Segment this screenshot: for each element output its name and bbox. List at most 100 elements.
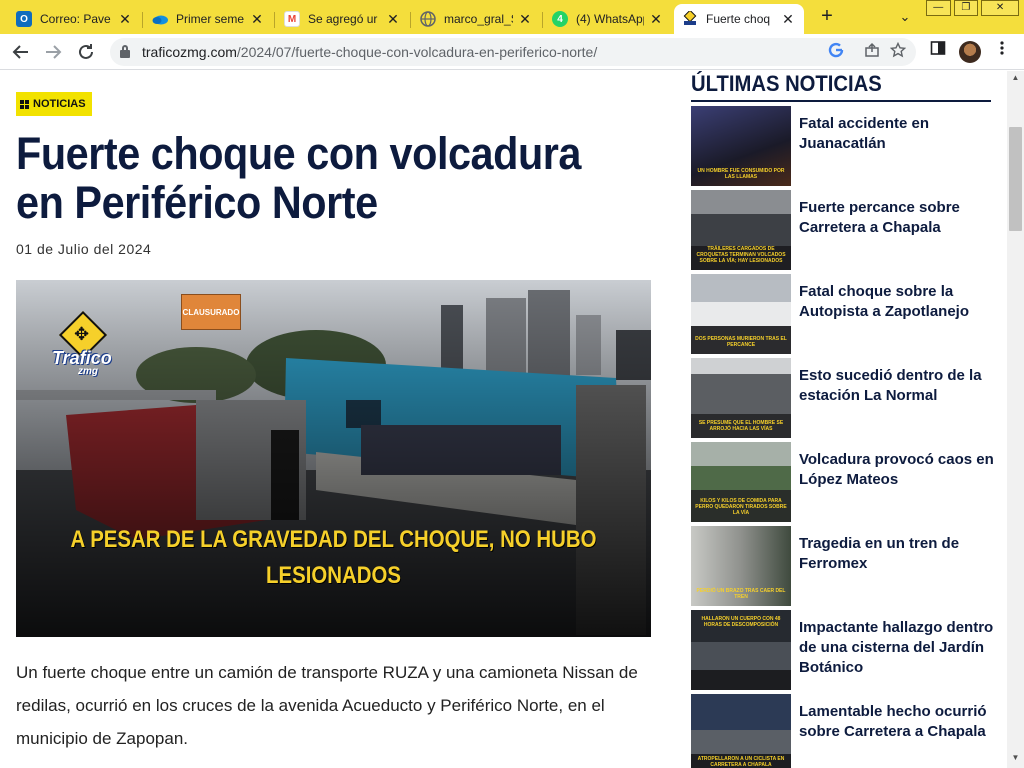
news-headline[interactable]: Fatal choque sobre la Autopista a Zapotl… <box>799 282 999 322</box>
article-paragraph: Un fuerte choque entre un camión de tran… <box>16 663 638 748</box>
article-date: 01 de Julio del 2024 <box>16 241 152 257</box>
close-tab-icon[interactable]: ✕ <box>385 11 401 28</box>
news-thumbnail[interactable]: DOS PERSONAS MURIERON TRAS EL PERCANCE <box>691 274 791 354</box>
tab-title: marco_gral_S <box>444 12 513 26</box>
forward-button[interactable] <box>41 40 65 64</box>
clausurado-sign: CLAUSURADO <box>181 294 241 330</box>
tab-title: Correo: Pave <box>40 12 111 26</box>
address-bar[interactable]: traficozmg.com/2024/07/fuerte-choque-con… <box>110 38 916 66</box>
share-icon[interactable] <box>862 42 882 62</box>
news-headline[interactable]: Tragedia en un tren de Ferromex <box>799 534 999 574</box>
sidebar-news-item[interactable]: PERDIÓ UN BRAZO TRAS CAER DEL TREN Trage… <box>691 526 1001 606</box>
news-thumbnail[interactable]: HALLARON UN CUERPO CON 48 HORAS DE DESCO… <box>691 610 791 690</box>
sidebar-news-item[interactable]: ATROPELLARON A UN CICLISTA EN CARRETERA … <box>691 694 1001 768</box>
news-thumbnail[interactable]: PERDIÓ UN BRAZO TRAS CAER DEL TREN <box>691 526 791 606</box>
hero-image[interactable]: CLAUSURADO ✥ Trafico zmg A PESAR DE LA G… <box>16 280 651 637</box>
close-window-button[interactable]: ✕ <box>981 0 1020 16</box>
grid-icon <box>20 99 29 109</box>
traficozmg-logo: ✥ Trafico zmg <box>52 310 122 378</box>
onedrive-icon <box>152 11 168 27</box>
whatsapp-icon: 4 <box>552 11 568 27</box>
tab-separator <box>274 12 275 28</box>
new-tab-button[interactable]: + <box>816 6 838 28</box>
sidebar-news-item[interactable]: TRÁILERES CARGADOS DE CROQUETAS TERMINAN… <box>691 190 1001 270</box>
back-button[interactable] <box>9 40 33 64</box>
tab-title: Primer seme <box>176 12 245 26</box>
url-text[interactable]: traficozmg.com/2024/07/fuerte-choque-con… <box>142 44 597 60</box>
sidebar-news-item[interactable]: HALLARON UN CUERPO CON 48 HORAS DE DESCO… <box>691 610 1001 690</box>
menu-button[interactable] <box>990 40 1014 64</box>
tab-title: Fuerte choq <box>706 12 771 26</box>
page-scrollbar[interactable]: ▲ ▼ <box>1007 71 1024 768</box>
page-content: NOTICIAS Fuerte choque con volcadura en … <box>0 71 1007 768</box>
sidebar-news-item[interactable]: KILOS Y KILOS DE COMIDA PARA PERRO QUEDA… <box>691 442 1001 522</box>
sidebar-news-item[interactable]: UN HOMBRE FUE CONSUMIDO POR LAS LLAMAS F… <box>691 106 1001 186</box>
url-path: /2024/07/fuerte-choque-con-volcadura-en-… <box>236 44 598 60</box>
close-tab-icon[interactable]: ✕ <box>517 11 533 28</box>
google-lens-icon[interactable] <box>826 42 846 62</box>
tab-separator <box>410 12 411 28</box>
news-headline[interactable]: Fuerte percance sobre Carretera a Chapal… <box>799 198 999 238</box>
tab-separator <box>542 12 543 28</box>
thumbnail-caption: ATROPELLARON A UN CICLISTA EN CARRETERA … <box>697 756 785 768</box>
scroll-down-arrow-icon[interactable]: ▼ <box>1007 751 1024 765</box>
thumbnail-caption: HALLARON UN CUERPO CON 48 HORAS DE DESCO… <box>701 616 781 628</box>
sidebar-divider <box>691 100 991 102</box>
news-thumbnail[interactable]: KILOS Y KILOS DE COMIDA PARA PERRO QUEDA… <box>691 442 791 522</box>
reload-button[interactable] <box>74 40 98 64</box>
lock-icon[interactable] <box>120 45 130 58</box>
close-tab-icon[interactable]: ✕ <box>780 11 796 28</box>
tab-onedrive[interactable]: Primer seme ✕ <box>144 4 273 34</box>
tab-title: (4) WhatsApp <box>576 12 644 26</box>
window-controls: — ❐ ✕ <box>926 0 1022 18</box>
logo-sub: zmg <box>78 366 98 377</box>
thumbnail-caption: DOS PERSONAS MURIERON TRAS EL PERCANCE <box>695 336 787 348</box>
tab-whatsapp[interactable]: 4 (4) WhatsApp ✕ <box>544 4 672 34</box>
news-headline[interactable]: Fatal accidente en Juanacatlán <box>799 114 999 154</box>
category-badge[interactable]: NOTICIAS <box>16 92 92 116</box>
close-tab-icon[interactable]: ✕ <box>648 11 664 28</box>
news-headline[interactable]: Volcadura provocó caos en López Mateos <box>799 450 999 490</box>
news-headline[interactable]: Lamentable hecho ocurrió sobre Carretera… <box>799 702 999 742</box>
thumbnail-caption: TRÁILERES CARGADOS DE CROQUETAS TERMINAN… <box>696 246 786 264</box>
bookmark-star-icon[interactable] <box>888 41 908 62</box>
arrow-left-icon <box>12 45 28 59</box>
thumbnail-caption: PERDIÓ UN BRAZO TRAS CAER DEL TREN <box>696 588 786 600</box>
scrollbar-thumb[interactable] <box>1009 127 1022 231</box>
thumbnail-caption: SE PRESUME QUE EL HOMBRE SE ARROJÓ HACIA… <box>698 420 784 432</box>
news-thumbnail[interactable]: SE PRESUME QUE EL HOMBRE SE ARROJÓ HACIA… <box>691 358 791 438</box>
restore-button[interactable]: ❐ <box>953 0 979 16</box>
thumbnail-caption: KILOS Y KILOS DE COMIDA PARA PERRO QUEDA… <box>695 498 787 516</box>
scroll-up-arrow-icon[interactable]: ▲ <box>1007 71 1024 85</box>
browser-toolbar: traficozmg.com/2024/07/fuerte-choque-con… <box>0 34 1024 70</box>
arrow-right-icon <box>46 45 62 59</box>
tab-gmail[interactable]: M Se agregó ur ✕ <box>276 4 409 34</box>
news-thumbnail[interactable]: TRÁILERES CARGADOS DE CROQUETAS TERMINAN… <box>691 190 791 270</box>
crossroads-arrow-icon: ✥ <box>74 324 90 344</box>
tab-strip: O Correo: Pave ✕ Primer seme ✕ M Se agre… <box>0 0 1024 34</box>
kebab-menu-icon <box>1000 41 1004 55</box>
news-thumbnail[interactable]: ATROPELLARON A UN CICLISTA EN CARRETERA … <box>691 694 791 768</box>
tab-traficozmg[interactable]: Fuerte choq ✕ <box>674 4 804 34</box>
sidebar-title: ÚLTIMAS NOTICIAS <box>691 71 882 96</box>
close-tab-icon[interactable]: ✕ <box>117 11 133 28</box>
tab-outlook[interactable]: O Correo: Pave ✕ <box>8 4 141 34</box>
tab-separator <box>142 12 143 28</box>
side-panel-button[interactable] <box>926 40 950 64</box>
news-headline[interactable]: Esto sucedió dentro de la estación La No… <box>799 366 999 406</box>
profile-avatar[interactable] <box>959 41 981 63</box>
category-label: NOTICIAS <box>33 98 86 110</box>
url-host: traficozmg.com <box>142 44 237 60</box>
tab-search-button[interactable]: ⌄ <box>895 6 915 28</box>
sidebar-news-item[interactable]: DOS PERSONAS MURIERON TRAS EL PERCANCE F… <box>691 274 1001 354</box>
minimize-button[interactable]: — <box>926 0 951 16</box>
tab-marco-gral[interactable]: marco_gral_S ✕ <box>412 4 541 34</box>
sidebar-news-item[interactable]: SE PRESUME QUE EL HOMBRE SE ARROJÓ HACIA… <box>691 358 1001 438</box>
globe-icon <box>420 11 436 27</box>
article-title: Fuerte choque con volcadura en Periféric… <box>16 128 582 228</box>
thumbnail-caption: UN HOMBRE FUE CONSUMIDO POR LAS LLAMAS <box>697 168 785 180</box>
close-tab-icon[interactable]: ✕ <box>249 11 265 28</box>
news-thumbnail[interactable]: UN HOMBRE FUE CONSUMIDO POR LAS LLAMAS <box>691 106 791 186</box>
news-headline[interactable]: Impactante hallazgo dentro de una cister… <box>799 618 999 678</box>
side-panel-icon <box>930 41 946 55</box>
